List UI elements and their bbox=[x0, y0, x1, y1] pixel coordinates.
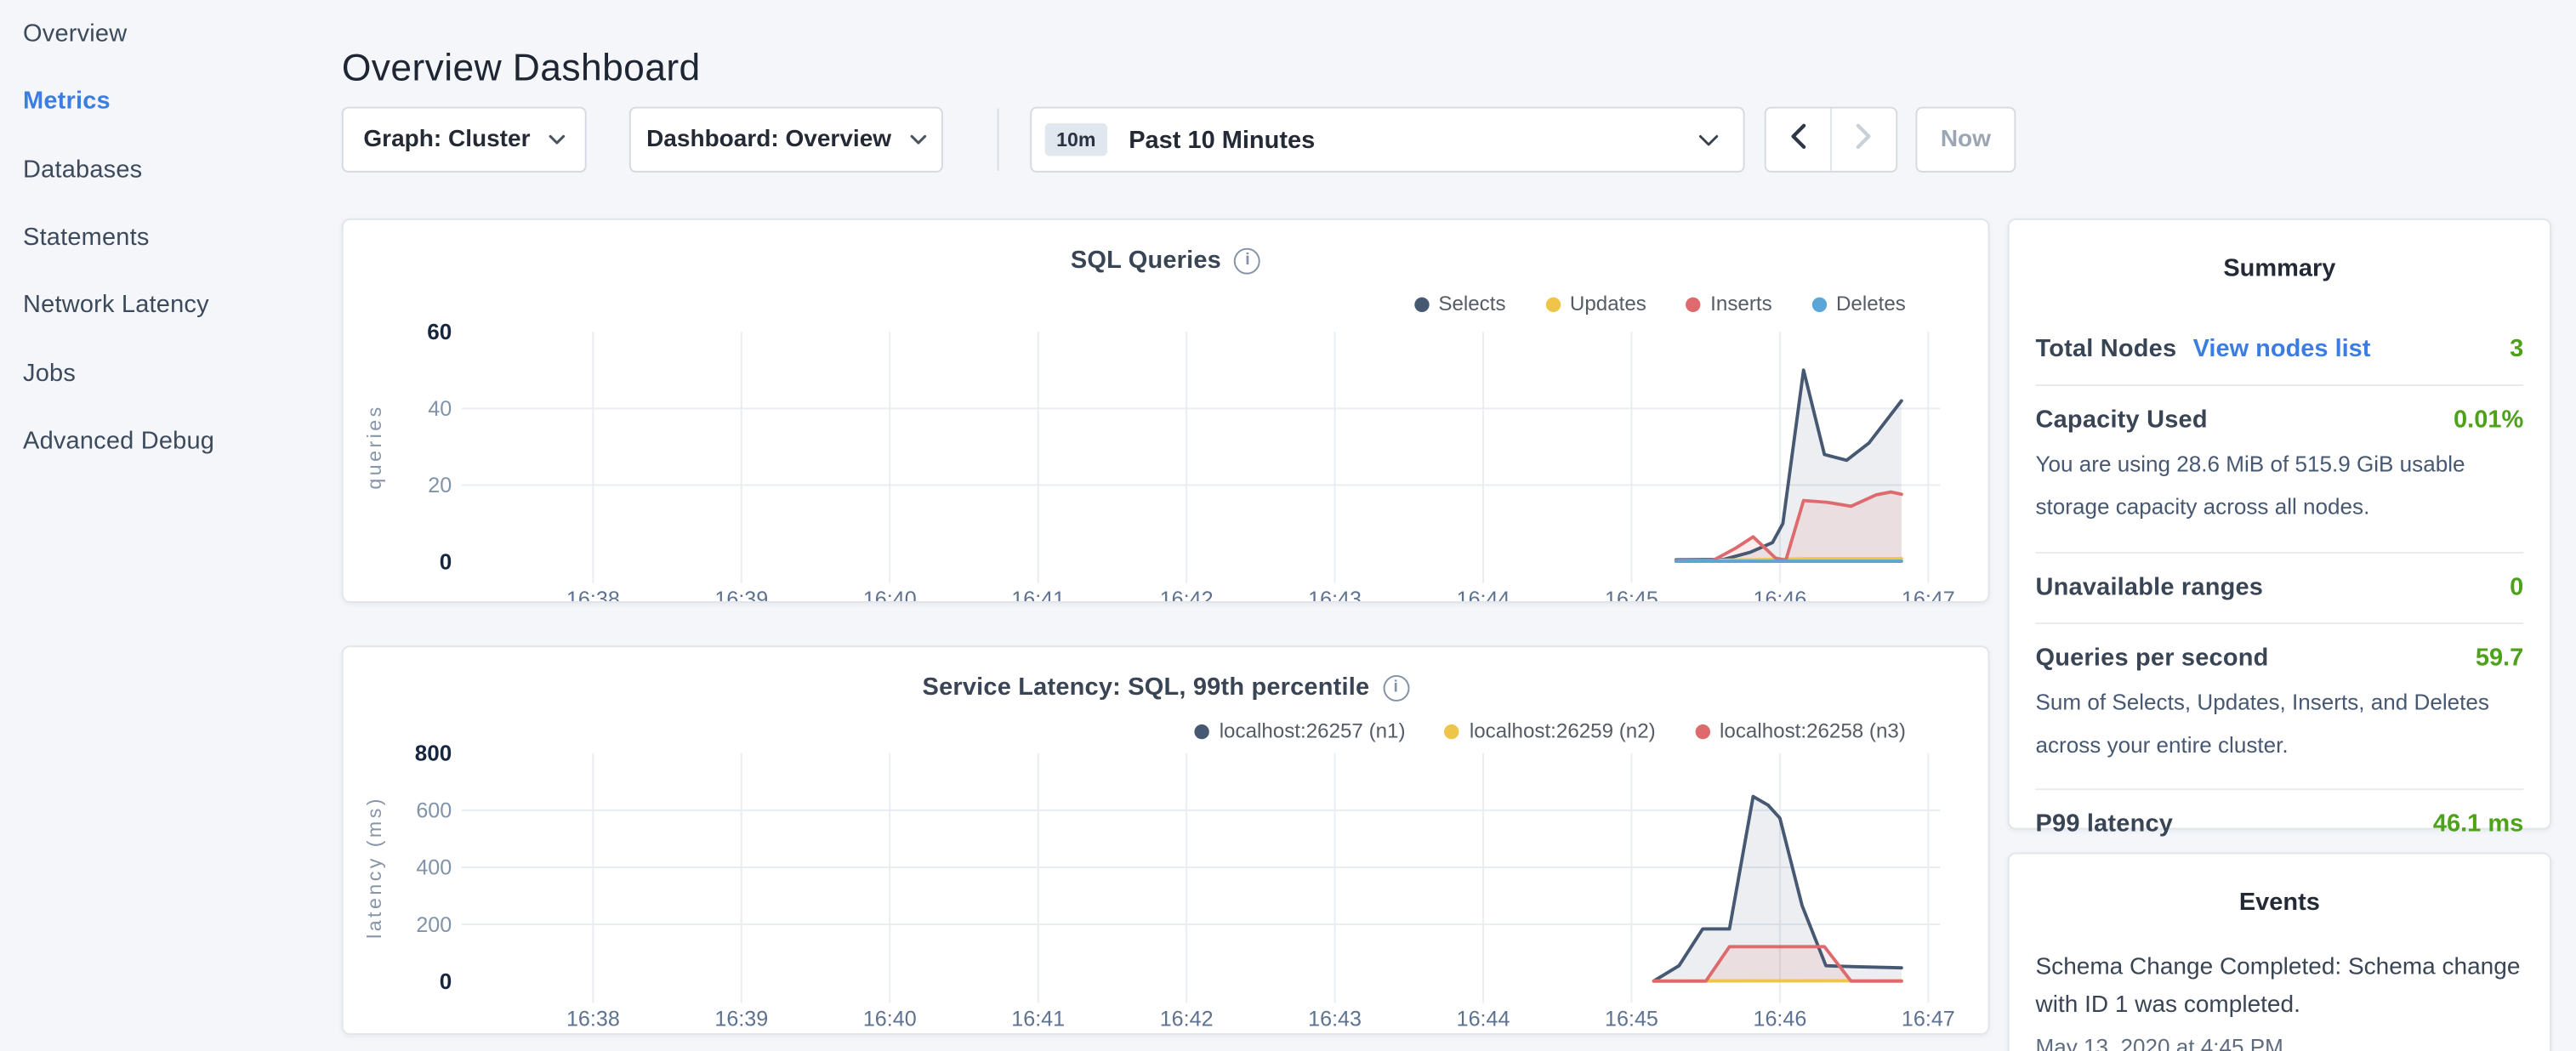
time-range-selector[interactable]: 10m Past 10 Minutes bbox=[1030, 107, 1744, 173]
summary-row-p99-latency: P99 latency 46.1 ms bbox=[2036, 789, 2524, 860]
time-range-label: Past 10 Minutes bbox=[1129, 126, 1315, 154]
summary-row-description: Sum of Selects, Updates, Inserts, and De… bbox=[2036, 681, 2524, 768]
next-time-button[interactable] bbox=[1832, 108, 1896, 170]
y-tick-label: 200 bbox=[416, 913, 452, 937]
summary-row-label: Queries per second bbox=[2036, 644, 2269, 672]
x-tick-label: 16:46 bbox=[1753, 1007, 1806, 1031]
x-tick-label: 16:45 bbox=[1605, 1007, 1658, 1031]
x-tick-label: 16:45 bbox=[1605, 588, 1658, 601]
summary-rows: Total Nodes View nodes list 3 Capacity Used… bbox=[2036, 315, 2524, 860]
summary-row-queries-per-second: Queries per second 59.7 Sum of Selects, Up… bbox=[2036, 622, 2524, 788]
summary-panel: Summary Total Nodes View nodes list 3 Capac… bbox=[2008, 219, 2551, 830]
sidebar-item-advanced-debug[interactable]: Advanced Debug bbox=[0, 407, 322, 475]
sidebar: OverviewMetricsDatabasesStatementsNetwor… bbox=[0, 0, 322, 1051]
summary-row-total-nodes: Total Nodes View nodes list 3 bbox=[2036, 315, 2524, 384]
chevron-right-icon bbox=[1855, 122, 1873, 157]
summary-row-label: Capacity Used bbox=[2036, 406, 2208, 434]
previous-time-button[interactable] bbox=[1766, 108, 1832, 170]
y-tick-label: 20 bbox=[428, 474, 452, 497]
y-tick-label: 600 bbox=[416, 799, 452, 823]
now-button-label: Now bbox=[1941, 127, 1991, 153]
summary-row-value: 0.01% bbox=[2454, 406, 2523, 434]
events-panel: Events Schema Change Completed: Schema c… bbox=[2008, 853, 2551, 1051]
summary-row-label: Total Nodes bbox=[2036, 335, 2177, 363]
x-tick-label: 16:46 bbox=[1753, 588, 1806, 601]
axis-labels: 0 200 400 600 800 16:38 16:39 16:40 16:41 16:42 16… bbox=[363, 740, 1955, 1031]
summary-row-description: You are using 28.6 MiB of 515.9 GiB usab… bbox=[2036, 444, 2524, 531]
summary-row-value: 59.7 bbox=[2476, 644, 2523, 672]
summary-row-label: P99 latency bbox=[2036, 810, 2174, 838]
summary-row-capacity-used: Capacity Used 0.01% You are using 28.6 MiB… bbox=[2036, 384, 2524, 551]
x-tick-label: 16:42 bbox=[1160, 1007, 1214, 1031]
summary-title: Summary bbox=[2036, 240, 2524, 315]
sql-queries-chart-plot[interactable]: 0 20 40 60 16:38 16:39 16:40 16:41 16:42 16:43 16:… bbox=[344, 220, 1988, 601]
summary-row-value: 3 bbox=[2510, 335, 2523, 363]
y-tick-label: 800 bbox=[415, 740, 452, 765]
y-tick-label: 40 bbox=[428, 397, 452, 421]
chevron-down-icon bbox=[549, 134, 565, 145]
overview-dashboard-page: OverviewMetricsDatabasesStatementsNetwor… bbox=[0, 0, 2576, 1051]
chevron-down-icon bbox=[909, 134, 925, 145]
y-tick-label: 60 bbox=[427, 319, 452, 344]
x-tick-label: 16:42 bbox=[1160, 588, 1214, 601]
sql-queries-chart-card: SQL Queries i SelectsUpdatesInsertsDelet… bbox=[342, 219, 1990, 603]
x-tick-label: 16:47 bbox=[1902, 588, 1955, 601]
now-button[interactable]: Now bbox=[1915, 107, 2016, 173]
events-title: Events bbox=[2036, 874, 2524, 927]
y-axis-title: latency (ms) bbox=[363, 796, 385, 939]
events-list: Schema Change Completed: Schema change w… bbox=[2036, 950, 2524, 1051]
summary-row-value: 0 bbox=[2510, 572, 2523, 600]
chevron-left-icon bbox=[1789, 122, 1807, 157]
view-nodes-list-link[interactable]: View nodes list bbox=[2193, 335, 2371, 363]
x-tick-label: 16:43 bbox=[1308, 1007, 1362, 1031]
y-axis-title: queries bbox=[363, 404, 385, 489]
sidebar-item-overview[interactable]: Overview bbox=[0, 0, 322, 68]
sidebar-item-jobs[interactable]: Jobs bbox=[0, 339, 322, 407]
dashboard-dropdown-label: Dashboard: Overview bbox=[646, 127, 891, 153]
event-message: Schema Change Completed: Schema change w… bbox=[2036, 950, 2524, 1027]
x-tick-label: 16:38 bbox=[566, 588, 620, 601]
sidebar-item-databases[interactable]: Databases bbox=[0, 136, 322, 204]
x-tick-label: 16:41 bbox=[1011, 588, 1065, 601]
service-latency-chart-card: Service Latency: SQL, 99th percentile i … bbox=[342, 645, 1990, 1035]
toolbar-divider bbox=[998, 108, 999, 170]
dashboard-dropdown[interactable]: Dashboard: Overview bbox=[629, 107, 943, 173]
x-tick-label: 16:38 bbox=[566, 1007, 620, 1031]
time-step-buttons bbox=[1765, 107, 1897, 173]
sidebar-item-metrics[interactable]: Metrics bbox=[0, 68, 322, 136]
x-tick-label: 16:47 bbox=[1902, 1007, 1955, 1031]
graph-dropdown[interactable]: Graph: Cluster bbox=[342, 107, 587, 173]
gridlines bbox=[462, 332, 1941, 583]
sidebar-item-network-latency[interactable]: Network Latency bbox=[0, 271, 322, 339]
x-tick-label: 16:43 bbox=[1308, 588, 1362, 601]
summary-row-unavailable-ranges: Unavailable ranges 0 bbox=[2036, 551, 2524, 622]
page-title: Overview Dashboard bbox=[342, 47, 701, 91]
event-timestamp: May 13, 2020 at 4:45 PM bbox=[2036, 1035, 2524, 1051]
graph-dropdown-label: Graph: Cluster bbox=[363, 127, 530, 153]
time-range-badge: 10m bbox=[1045, 123, 1107, 156]
x-tick-label: 16:39 bbox=[714, 588, 768, 601]
chevron-down-icon bbox=[1698, 125, 1718, 155]
series-areas bbox=[1654, 797, 1902, 982]
y-tick-label: 0 bbox=[440, 969, 452, 994]
x-tick-label: 16:44 bbox=[1457, 588, 1510, 601]
summary-row-label: Unavailable ranges bbox=[2036, 572, 2264, 600]
sidebar-nav-list: OverviewMetricsDatabasesStatementsNetwor… bbox=[0, 0, 322, 474]
summary-row-value: 46.1 ms bbox=[2433, 810, 2523, 838]
series-areas bbox=[1676, 370, 1902, 561]
x-tick-label: 16:40 bbox=[863, 1007, 917, 1031]
x-tick-label: 16:44 bbox=[1457, 1007, 1510, 1031]
x-tick-label: 16:39 bbox=[714, 1007, 768, 1031]
y-tick-label: 400 bbox=[416, 856, 452, 880]
sidebar-item-statements[interactable]: Statements bbox=[0, 203, 322, 271]
service-latency-chart-plot[interactable]: 0 200 400 600 800 16:38 16:39 16:40 16:41 16:42 16… bbox=[344, 647, 1988, 1033]
y-tick-label: 0 bbox=[440, 548, 452, 574]
x-tick-label: 16:41 bbox=[1011, 1007, 1065, 1031]
x-tick-label: 16:40 bbox=[863, 588, 917, 601]
